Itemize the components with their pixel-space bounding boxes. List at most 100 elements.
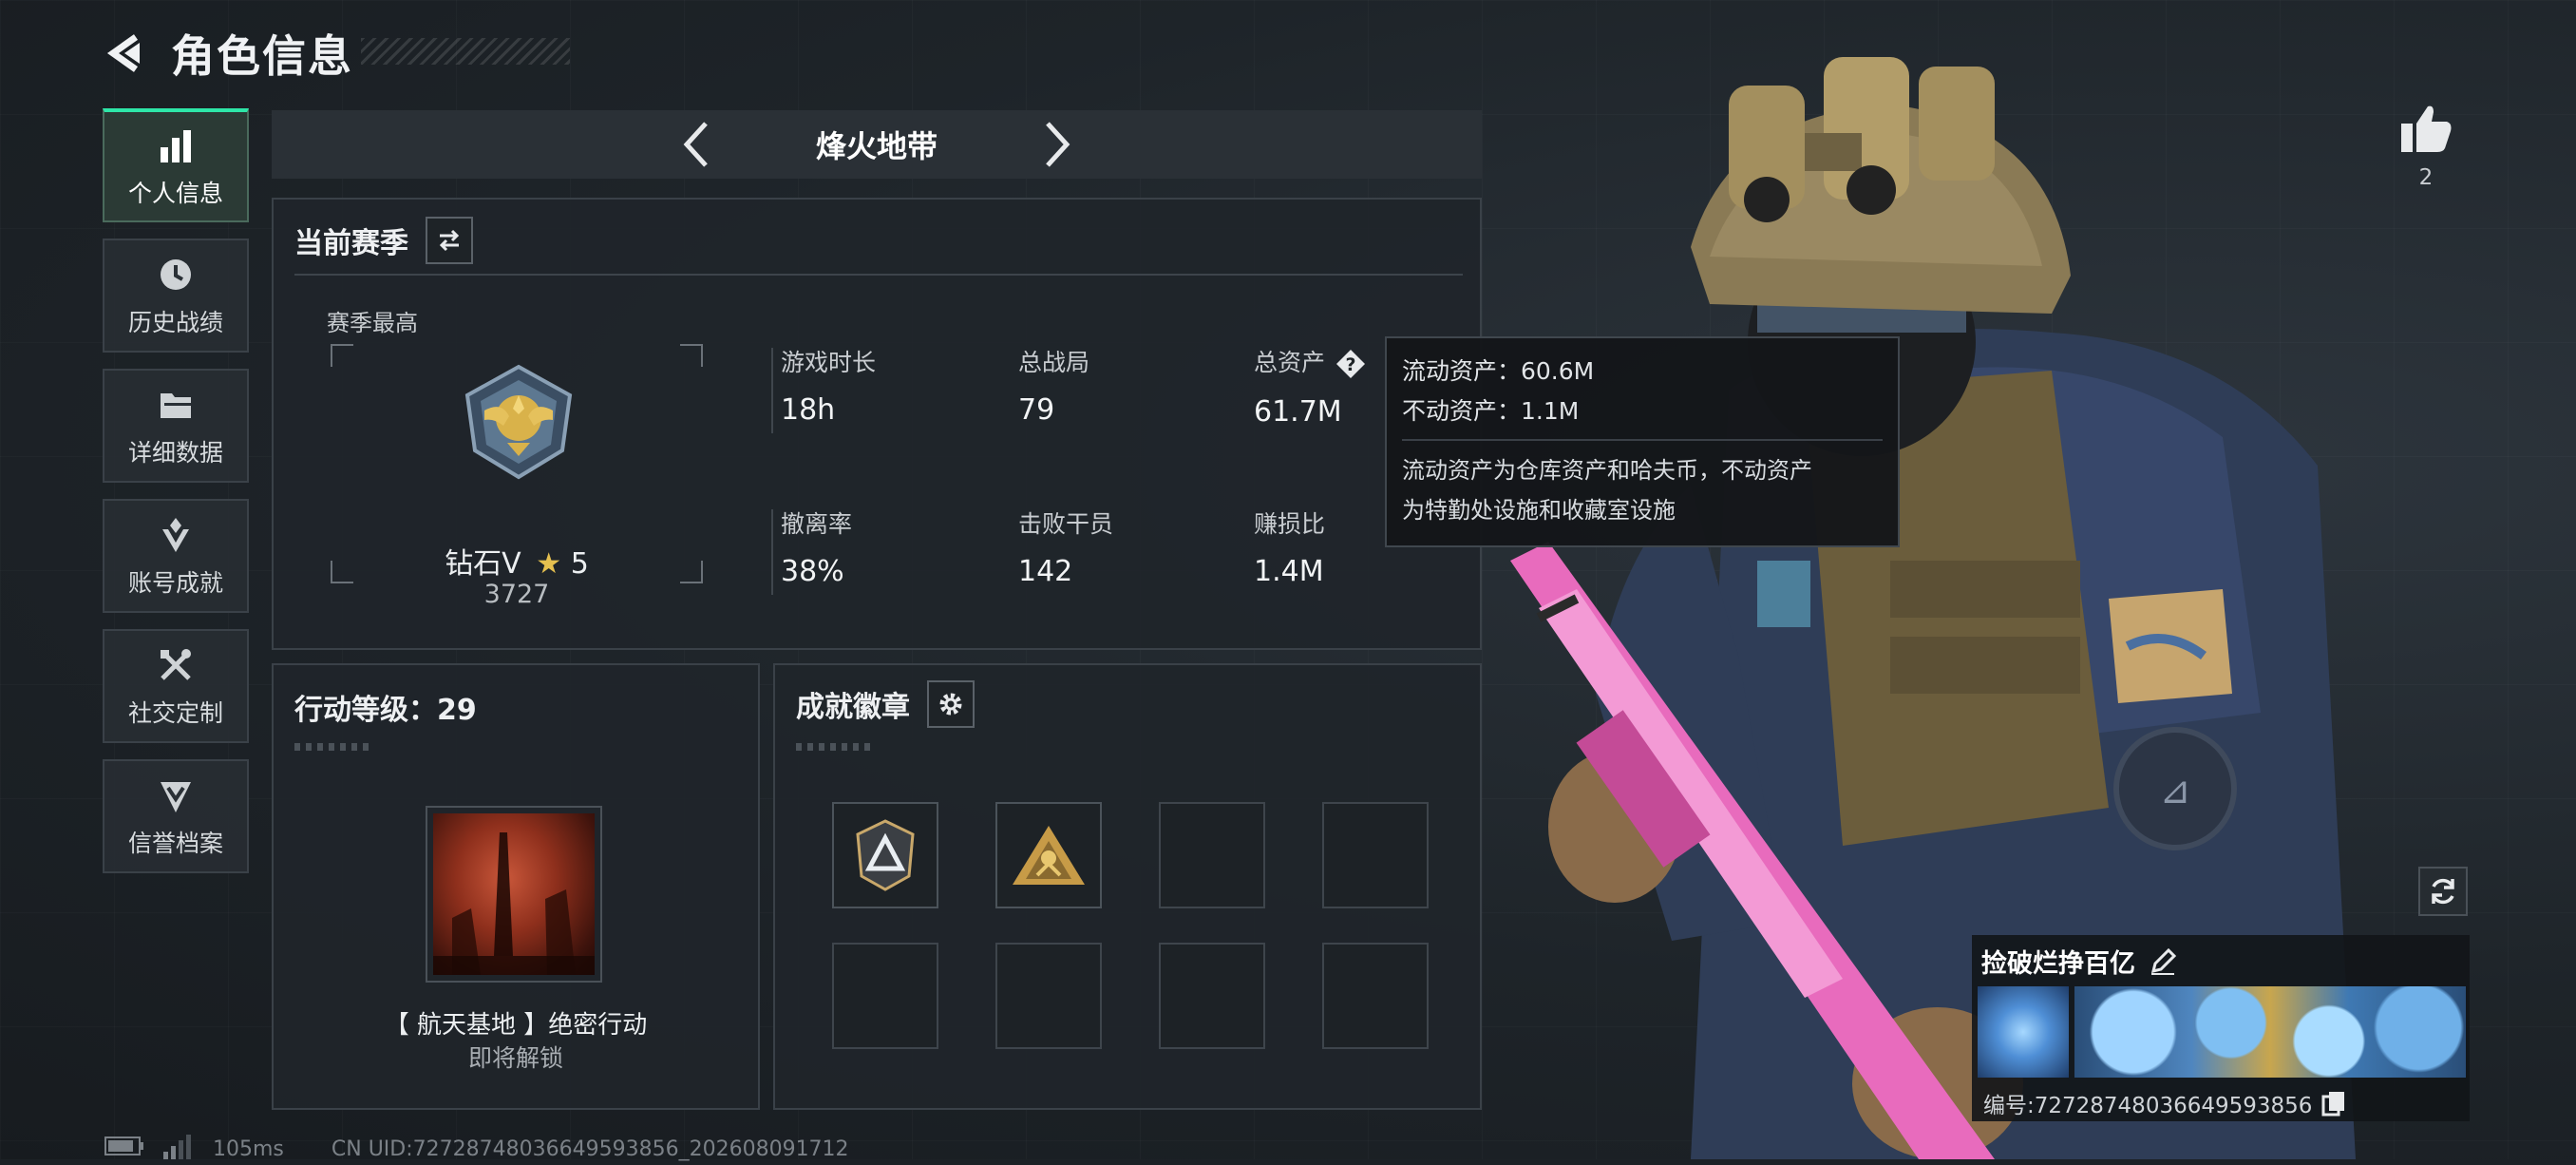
gold-triangle-badge-icon [1013, 826, 1085, 885]
battery-icon [104, 1136, 144, 1161]
refresh-button[interactable] [2418, 867, 2468, 916]
badges-title: 成就徽章 [796, 691, 910, 724]
stat-value: 61.7M [1254, 395, 1342, 429]
sidebar-item-label: 个人信息 [127, 180, 223, 207]
gear-icon [939, 693, 962, 716]
folder-icon [154, 383, 198, 427]
player-name-card: 捡破烂挣百亿 编号:72728748036649593856 [1972, 935, 2470, 1121]
next-mode-chevron-right-icon[interactable] [1029, 116, 1086, 173]
decoration [796, 743, 872, 751]
stat-label-row: 总资产? [1254, 344, 1406, 380]
player-nickname: 捡破烂挣百亿 [1981, 949, 2135, 979]
sidebar-item-label: 社交定制 [127, 699, 223, 727]
season-panel-header: 当前赛季 [294, 217, 473, 264]
banner-avatar [1978, 986, 2069, 1078]
svg-text:?: ? [1346, 354, 1356, 375]
sidebar-item-label: 历史战绩 [127, 309, 223, 336]
tooltip-fixed-assets: 不动资产：1.1M [1402, 397, 1580, 425]
sidebar-item-label: 详细数据 [127, 439, 223, 467]
stat-extract-rate: 撤离率 38% [771, 506, 990, 595]
rank-score: 3727 [483, 580, 550, 609]
achievement-icon [154, 513, 198, 557]
stat-value: 79 [1018, 393, 1055, 427]
player-id-row: 编号:72728748036649593856 [1983, 1087, 2348, 1119]
mode-selector: 烽火地带 [272, 110, 1482, 179]
badge-slot-empty[interactable] [995, 943, 1102, 1049]
mode-title: 烽火地带 [815, 128, 938, 164]
sidebar-item-credit-record[interactable]: 信誉档案 [103, 759, 249, 873]
divider [294, 274, 1463, 276]
tools-icon [154, 643, 198, 687]
page-title: 角色信息 [171, 30, 353, 82]
sidebar-item-social-custom[interactable]: 社交定制 [103, 629, 249, 743]
prev-mode-chevron-left-icon[interactable] [668, 116, 725, 173]
badges-panel-header: 成就徽章 [796, 680, 975, 728]
rank-name: 钻石V [445, 547, 521, 581]
diamond-rank-emblem-icon [464, 364, 573, 480]
name-card-banner[interactable] [1978, 986, 2466, 1078]
action-level-panel: 行动等级：29 【 航天基地 】绝密行动 即将解锁 [272, 663, 760, 1110]
sidebar-item-personal-info[interactable]: 个人信息 [103, 108, 249, 222]
stat-value: 142 [1018, 555, 1073, 588]
like-count: 2 [2418, 165, 2434, 190]
signal-icon [161, 1133, 194, 1165]
stat-divider [771, 509, 773, 595]
decoration [294, 743, 370, 751]
swap-arrows-icon [439, 229, 460, 252]
tooltip-description-line2: 为特勤处设施和收藏室设施 [1402, 497, 1676, 524]
star-icon: ★ [536, 547, 562, 581]
sidebar-item-history[interactable]: 历史战绩 [103, 239, 249, 353]
stat-value: 1.4M [1254, 555, 1324, 588]
assets-tooltip: 流动资产：60.6M 不动资产：1.1M 流动资产为仓库资产和哈夫币，不动资产 … [1385, 336, 1900, 547]
badge-slot[interactable] [995, 802, 1102, 908]
mission-name: 【 航天基地 】绝密行动 [384, 1011, 648, 1040]
banner-image [2074, 986, 2466, 1078]
season-best-label: 赛季最高 [327, 310, 418, 336]
triangle-badge-icon [856, 819, 915, 891]
rank-name-row: 钻石V ★ 5 [331, 540, 703, 582]
tooltip-description-line1: 流动资产为仓库资产和哈夫币，不动资产 [1402, 457, 1812, 484]
badge-slot-empty[interactable] [1322, 802, 1429, 908]
stat-label: 游戏时长 [781, 349, 877, 376]
nickname-row: 捡破烂挣百亿 [1981, 943, 2179, 980]
badge-slot-empty[interactable] [832, 943, 938, 1049]
edit-pencil-icon[interactable] [2147, 945, 2179, 978]
current-season-panel: 当前赛季 赛季最高 钻石V ★ 5 3727 游戏时长 18h 总战局 79 总… [272, 198, 1482, 650]
switch-season-button[interactable] [426, 217, 473, 264]
title-decoration [361, 38, 570, 65]
stat-label: 总战局 [1018, 349, 1090, 376]
stat-play-time: 游戏时长 18h [771, 344, 990, 433]
level-panel-header: 行动等级：29 [294, 686, 477, 728]
stat-total-matches: 总战局 79 [1018, 344, 1227, 430]
season-panel-title: 当前赛季 [294, 227, 408, 260]
question-help-icon[interactable]: ? [1335, 348, 1367, 380]
achievement-badges-panel: 成就徽章 [773, 663, 1482, 1110]
rank-stars: 5 [570, 547, 589, 581]
refresh-icon [2432, 878, 2454, 905]
mission-image [433, 813, 595, 975]
badge-slot[interactable] [832, 802, 938, 908]
stat-total-assets: 总资产? 61.7M [1254, 344, 1406, 430]
badge-slot-empty[interactable] [1159, 802, 1265, 908]
badge-slot-empty[interactable] [1159, 943, 1265, 1049]
ping-value: 105ms [213, 1136, 284, 1161]
copy-icon[interactable] [2320, 1089, 2348, 1117]
sidebar-item-label: 账号成就 [127, 569, 223, 597]
history-icon [154, 253, 198, 296]
back-arrow-icon[interactable] [103, 30, 148, 76]
stat-label: 击败干员 [1018, 510, 1114, 538]
mission-thumbnail[interactable] [426, 806, 602, 983]
stat-profit-loss: 赚损比 1.4M [1254, 506, 1406, 591]
stat-label: 撤离率 [781, 510, 853, 538]
rank-frame: 钻石V ★ 5 3727 [331, 344, 703, 609]
badge-slot-empty[interactable] [1322, 943, 1429, 1049]
player-id: 编号:72728748036649593856 [1983, 1094, 2313, 1118]
sidebar-item-achievements[interactable]: 账号成就 [103, 499, 249, 613]
sidebar: 个人信息 历史战绩 详细数据 账号成就 社交定制 信誉档案 [103, 108, 251, 889]
sidebar-item-detailed-data[interactable]: 详细数据 [103, 369, 249, 483]
status-footer: 105ms CN UID:72728748036649593856_202608… [104, 1133, 849, 1165]
badge-settings-button[interactable] [927, 680, 975, 728]
thumbs-up-icon[interactable] [2394, 103, 2458, 158]
stat-value: 38% [781, 555, 844, 588]
svg-text:⊿: ⊿ [2159, 769, 2191, 812]
